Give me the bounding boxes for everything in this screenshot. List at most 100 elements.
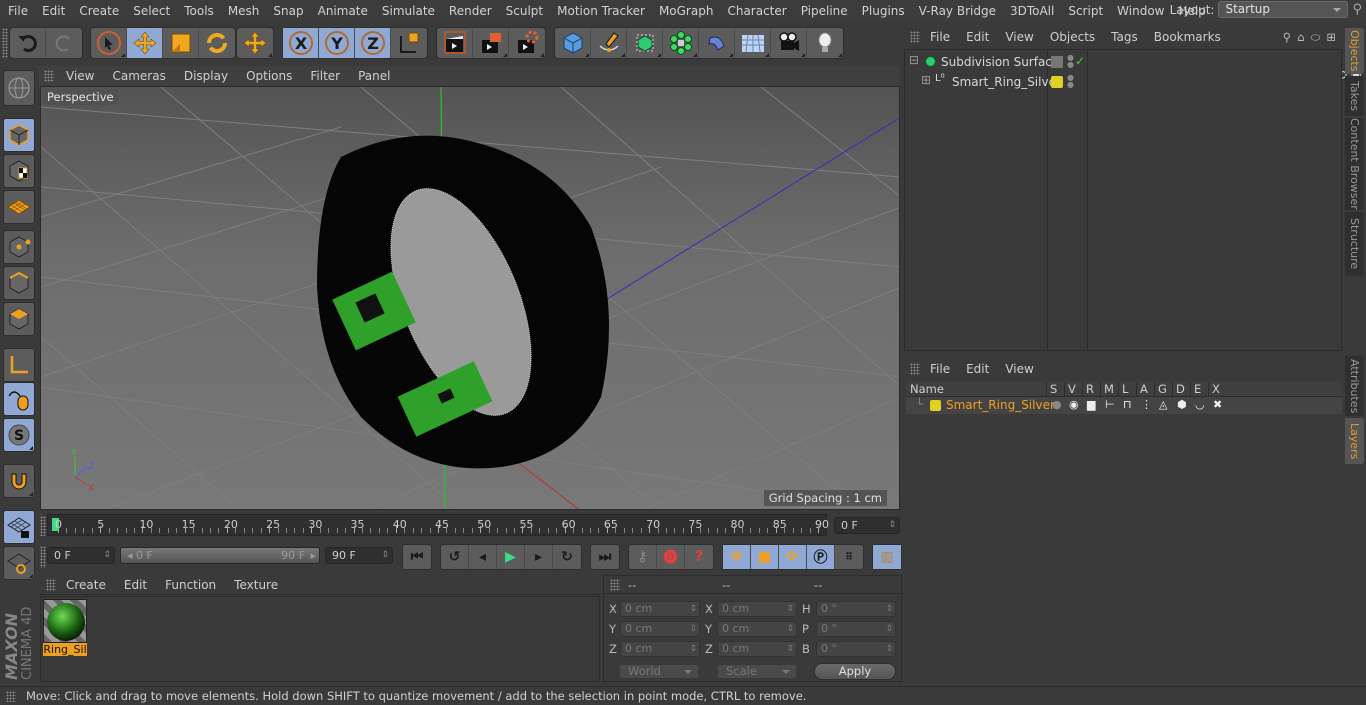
material-menu-edit[interactable]: Edit [115,578,156,592]
objects-menu-objects[interactable]: Objects [1042,30,1103,44]
tab-layers[interactable]: Layers [1345,418,1364,464]
previous-key-button[interactable]: ↺ [441,545,469,569]
menu-motion-tracker[interactable]: Motion Tracker [550,4,652,18]
menu-mograph[interactable]: MoGraph [652,4,721,18]
current-frame-field[interactable]: 0 F ⇕ [834,517,900,534]
coordinate-mode-dropdown[interactable]: World [619,664,699,679]
menu-animate[interactable]: Animate [311,4,375,18]
position-x-field[interactable]: 0 cm [620,601,700,617]
layers-menu-edit[interactable]: Edit [958,362,997,376]
scale-tool-button[interactable] [163,28,199,58]
size-y-field[interactable]: 0 cm [717,621,797,637]
tab-attributes[interactable]: Attributes [1345,356,1364,416]
column-solo[interactable]: S [1046,382,1064,396]
layers-menu-view[interactable]: View [997,362,1041,376]
menu-3dtoall[interactable]: 3DToAll [1003,4,1061,18]
render-view-button[interactable] [437,28,473,58]
layer-color-swatch[interactable] [1051,76,1063,88]
collapse-icon[interactable]: ⊟ [909,53,919,67]
column-generators[interactable]: G [1154,382,1172,396]
menu-pipeline[interactable]: Pipeline [794,4,855,18]
coordinates-grip[interactable] [610,579,620,591]
y-axis-lock-button[interactable]: Y [319,28,355,58]
objects-menu-bookmarks[interactable]: Bookmarks [1146,30,1229,44]
position-y-field[interactable]: 0 cm [620,621,700,637]
home-icon[interactable]: ⌂ [1297,30,1304,45]
axis-mode-button[interactable] [3,348,35,382]
size-x-field[interactable]: 0 cm [717,601,797,617]
tab-content-browser[interactable]: Content Browser [1345,118,1364,210]
column-deformers[interactable]: D [1172,382,1190,396]
menu-snap[interactable]: Snap [266,4,310,18]
rotation-b-field[interactable]: 0 ° [816,641,896,657]
viewport-menu-options[interactable]: Options [237,69,301,83]
polygons-mode-button[interactable] [3,302,35,336]
tab-objects[interactable]: Objects [1345,28,1364,74]
live-selection-button[interactable] [91,28,127,58]
magnet-button[interactable] [3,464,35,498]
menu-window[interactable]: Window [1110,4,1171,18]
next-key-button[interactable]: ↻ [553,545,581,569]
lock-icon[interactable]: ⊓ [1123,398,1132,411]
search-icon[interactable]: ⚲ [1352,2,1362,17]
objects-menu-view[interactable]: View [997,30,1041,44]
menu-character[interactable]: Character [720,4,793,18]
object-manager-grip[interactable] [910,31,920,43]
generators-icon[interactable]: ◬ [1159,398,1167,411]
key-position-button[interactable]: ✥ [723,545,751,569]
solo-toggle-icon[interactable]: ● [1052,398,1062,411]
objects-menu-tags[interactable]: Tags [1103,30,1146,44]
xrefs-icon[interactable]: ✖ [1213,398,1222,411]
viewport-menu-filter[interactable]: Filter [301,69,349,83]
start-frame-field[interactable]: 0 F ⇕ [47,547,115,564]
model-mode-button[interactable] [3,118,35,152]
material-menu-texture[interactable]: Texture [225,578,287,592]
z-axis-lock-button[interactable]: Z [355,28,391,58]
search-icon[interactable]: ⚲ [1283,30,1291,45]
texture-mode-button[interactable] [3,154,35,188]
camera-button[interactable] [771,28,807,58]
material-thumbnail[interactable] [43,599,87,643]
column-render[interactable]: R [1082,382,1100,396]
recent-tools-button[interactable] [237,28,273,58]
column-animation[interactable]: A [1136,382,1154,396]
column-expressions[interactable]: E [1190,382,1208,396]
menu-tools[interactable]: Tools [177,4,221,18]
tweak-mode-button[interactable] [3,382,35,416]
objects-menu-edit[interactable]: Edit [958,30,997,44]
frame-range-slider[interactable]: ◂ 0 F 90 F ▸ [120,547,320,564]
record-active-objects-button[interactable]: ⓿ [657,545,685,569]
stepper-icon[interactable]: ⇕ [103,548,111,563]
column-view[interactable]: V [1064,382,1082,396]
menu-render[interactable]: Render [442,4,499,18]
workplane-align-button[interactable] [3,546,35,580]
editor-render-visibility-icon[interactable] [1051,56,1063,68]
coordinate-system-button[interactable] [391,28,427,58]
cube-object-button[interactable] [555,28,591,58]
menu-sculpt[interactable]: Sculpt [499,4,550,18]
pen-spline-button[interactable] [591,28,627,58]
expressions-icon[interactable]: ◡ [1195,398,1205,411]
go-to-end-button[interactable]: ⏭ [591,545,619,569]
tab-takes[interactable]: Takes [1345,76,1364,116]
timeline-window-button[interactable]: ▥ [873,545,901,569]
rotation-p-field[interactable]: 0 ° [816,621,896,637]
workplane-lock-button[interactable] [3,510,35,544]
snapping-button[interactable]: S [3,418,35,452]
edges-mode-button[interactable] [3,266,35,300]
render-settings-button[interactable] [509,28,545,58]
visibility-dots-icon[interactable]: ● ● [1067,74,1074,89]
menu-edit[interactable]: Edit [35,4,72,18]
viewport-menu-cameras[interactable]: Cameras [103,69,174,83]
redo-button[interactable] [46,28,82,58]
key-parameter-button[interactable]: Ⓟ [807,545,835,569]
layer-color-swatch[interactable] [930,400,941,411]
render-clapper-icon[interactable]: ▆ [1087,398,1095,411]
key-point-level-button[interactable]: ⠿ [835,545,863,569]
render-to-picture-viewer-button[interactable] [473,28,509,58]
rotate-tool-button[interactable] [199,28,235,58]
column-locked[interactable]: L [1118,382,1136,396]
view-eye-icon[interactable]: ◉ [1069,398,1079,411]
column-manager[interactable]: M [1100,382,1118,396]
menu-create[interactable]: Create [72,4,126,18]
